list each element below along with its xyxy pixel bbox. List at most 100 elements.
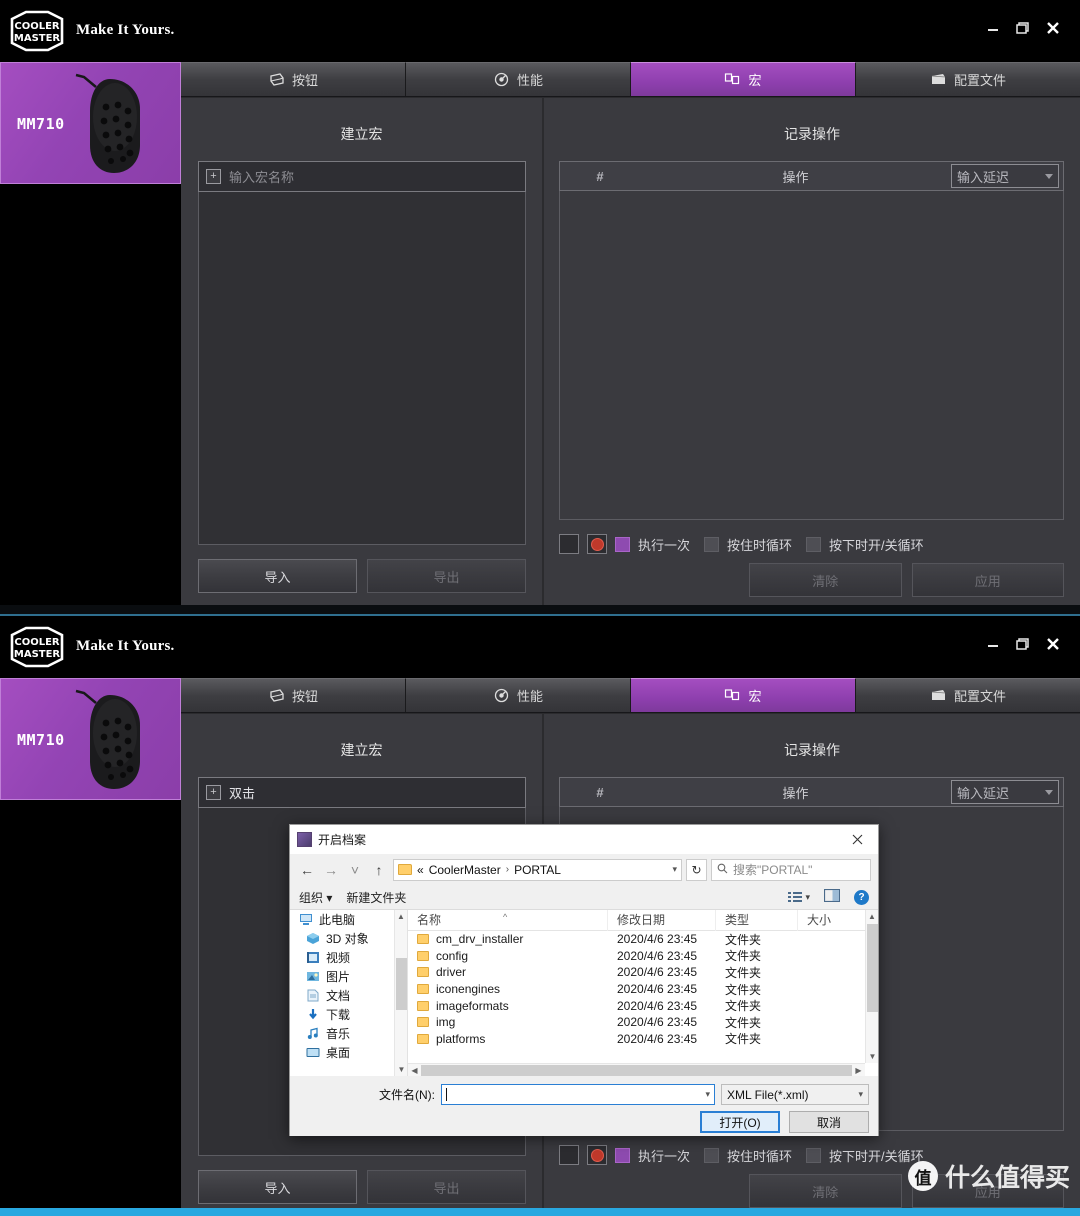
preview-pane-icon[interactable] [823,888,841,905]
import-button[interactable]: 导入 [198,559,357,593]
cancel-button[interactable]: 取消 [789,1111,869,1133]
stop-square-icon[interactable] [559,1145,579,1165]
hscrollbar-thumb[interactable] [421,1064,852,1076]
macro-name-input[interactable]: + 双击 [198,777,526,808]
sidebar-item-documents[interactable]: 文档 [290,986,407,1005]
stop-square-icon[interactable] [559,534,579,554]
tab-profile[interactable]: 配置文件 [856,62,1080,96]
file-date-cell: 2020/4/6 23:45 [617,1031,698,1046]
scroll-up-icon[interactable]: ▲ [866,910,878,923]
table-row[interactable]: img 2020/4/6 23:45 文件夹 [408,1014,878,1031]
scroll-right-icon[interactable]: ▶ [852,1066,865,1075]
table-row[interactable]: platforms 2020/4/6 23:45 文件夹 [408,1031,878,1048]
column-action: 操作 [782,785,809,801]
back-button[interactable]: ← [297,859,317,881]
checkbox-loop-while-held[interactable] [704,1147,720,1163]
breadcrumb-item-portal[interactable]: PORTAL [514,863,561,877]
close-button[interactable] [1038,14,1068,42]
table-row[interactable]: driver 2020/4/6 23:45 文件夹 [408,964,878,981]
clear-button[interactable]: 清除 [749,563,902,597]
label-execute-once: 执行一次 [638,537,691,553]
sidebar-item-desktop[interactable]: 桌面 [290,1043,407,1062]
tab-buttons[interactable]: 按钮 [181,62,406,96]
checkbox-toggle-loop[interactable] [806,1147,822,1163]
checkbox-execute-once[interactable] [615,1147,630,1163]
restore-button[interactable] [1008,14,1038,42]
import-button[interactable]: 导入 [198,1170,357,1204]
chevron-down-icon[interactable]: ▾ [705,1089,710,1100]
open-button[interactable]: 打开(O) [700,1111,780,1133]
scrollbar-thumb[interactable] [867,924,878,1012]
file-name: iconengines [436,982,501,997]
table-row[interactable]: cm_drv_installer 2020/4/6 23:45 文件夹 [408,931,878,948]
recent-locations-button[interactable]: ˅ [345,859,365,881]
delay-dropdown[interactable]: 输入延迟 [951,164,1059,188]
sidebar-item-downloads[interactable]: 下载 [290,1005,407,1024]
device-card-mm710[interactable]: MM710 [0,678,181,800]
table-row[interactable]: iconengines 2020/4/6 23:45 文件夹 [408,981,878,998]
breadcrumb[interactable]: « CoolerMaster › PORTAL ▾ [393,858,682,881]
record-list[interactable] [559,191,1064,520]
forward-button[interactable]: → [321,859,341,881]
table-row[interactable]: config 2020/4/6 23:45 文件夹 [408,948,878,965]
sidebar-item-pictures[interactable]: 图片 [290,967,407,986]
device-card-mm710[interactable]: MM710 [0,62,181,184]
tab-performance[interactable]: 性能 [406,62,631,96]
close-button[interactable] [1038,630,1068,658]
plus-icon[interactable]: + [206,785,221,800]
macro-name-input[interactable]: + 输入宏名称 [198,161,526,192]
tab-profile[interactable]: 配置文件 [856,678,1080,712]
view-list-icon[interactable]: ▾ [788,891,810,903]
label-execute-once: 执行一次 [638,1148,691,1164]
file-date-cell: 2020/4/6 23:45 [617,965,698,980]
file-list-scrollbar[interactable]: ▲ ▼ [865,910,878,1063]
search-input[interactable]: 搜索"PORTAL" [711,858,871,881]
column-header-date[interactable]: 修改日期 [608,910,716,931]
window-controls-2 [978,630,1068,658]
sidebar-item-videos[interactable]: 视频 [290,948,407,967]
breadcrumb-item-coolermaster[interactable]: CoolerMaster [429,863,501,877]
plus-icon[interactable]: + [206,169,221,184]
scroll-left-icon[interactable]: ◀ [408,1066,421,1075]
checkbox-execute-once[interactable] [615,536,630,552]
scroll-up-icon[interactable]: ▲ [395,910,407,923]
up-button[interactable]: ↑ [369,859,389,881]
apply-button[interactable]: 应用 [911,563,1064,597]
restore-button[interactable] [1008,630,1038,658]
sidebar-item-3d-objects[interactable]: 3D 对象 [290,929,407,948]
clear-button[interactable]: 清除 [749,1174,902,1208]
record-dot-icon[interactable] [587,1145,607,1165]
column-index: # [596,784,604,800]
close-icon[interactable] [836,825,878,854]
refresh-icon[interactable]: ↻ [686,858,707,881]
scrollbar-thumb[interactable] [396,958,407,1010]
minimize-button[interactable] [978,630,1008,658]
mouse-image [48,69,178,181]
scroll-down-icon[interactable]: ▼ [395,1063,407,1076]
filename-input[interactable]: ▾ [441,1084,715,1105]
tab-macro[interactable]: 宏 [631,62,856,96]
sidebar-scrollbar[interactable]: ▲ ▼ [394,910,407,1076]
table-row[interactable]: imageformats 2020/4/6 23:45 文件夹 [408,997,878,1014]
help-icon[interactable]: ? [854,889,869,905]
chevron-down-icon[interactable]: ▾ [672,864,677,875]
new-folder-button[interactable]: 新建文件夹 [346,889,406,906]
scroll-down-icon[interactable]: ▼ [866,1050,878,1063]
column-header-name[interactable]: 名称 ^ [408,910,608,931]
tab-performance[interactable]: 性能 [406,678,631,712]
tab-buttons[interactable]: 按钮 [181,678,406,712]
checkbox-loop-while-held[interactable] [704,536,720,552]
filetype-dropdown[interactable]: XML File(*.xml) ▾ [721,1084,869,1105]
organize-button[interactable]: 组织 ▾ [299,889,332,906]
minimize-button[interactable] [978,14,1008,42]
sidebar-item-music[interactable]: 音乐 [290,1024,407,1043]
sidebar-item-this-pc[interactable]: 此电脑 [290,910,407,929]
tab-macro[interactable]: 宏 [631,678,856,712]
record-dot-icon[interactable] [587,534,607,554]
file-name-cell: driver [408,965,608,979]
column-header-type[interactable]: 类型 [716,910,798,931]
delay-dropdown[interactable]: 输入延迟 [951,780,1059,804]
checkbox-toggle-loop[interactable] [806,536,822,552]
macro-list[interactable] [198,192,526,545]
file-list-hscrollbar[interactable]: ◀ ▶ [408,1063,865,1076]
